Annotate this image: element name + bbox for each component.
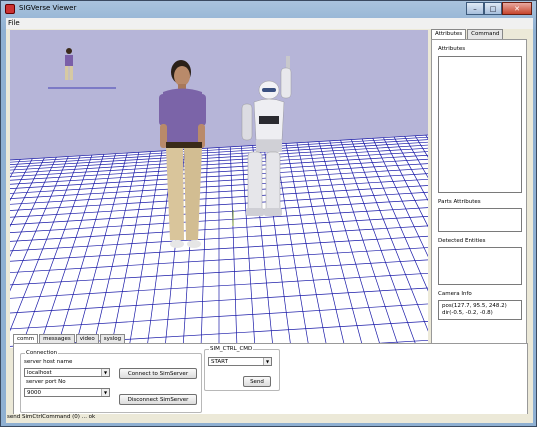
chevron-down-icon[interactable]: ▼ [101, 369, 109, 376]
host-combo[interactable]: localhost ▼ [24, 368, 110, 377]
port-label: server port No [26, 379, 66, 385]
status-bar: send SimCtrlCommand (0) ... ok [6, 414, 533, 423]
comm-tab-body: Connection server host name localhost ▼ … [13, 343, 528, 419]
app-window: SIGVerse Viewer – □ ✕ File Attributes Co… [0, 0, 537, 427]
title-bar[interactable]: SIGVerse Viewer – □ ✕ [1, 1, 536, 18]
sim-command-combo[interactable]: START ▼ [208, 357, 272, 366]
caption-buttons: – □ ✕ [466, 2, 532, 16]
bottom-tabs: comm messages video syslog [13, 334, 126, 344]
tab-messages[interactable]: messages [39, 334, 75, 343]
send-button[interactable]: Send [243, 376, 271, 387]
attributes-label: Attributes [438, 46, 466, 52]
camera-pos: pos(127.7, 95.5, 248.2) [442, 303, 507, 309]
host-label: server host name [24, 359, 73, 365]
sim-ctrl-group-label: SIM_CTRL_CMD [209, 346, 254, 352]
close-icon[interactable]: ✕ [502, 2, 532, 15]
control-panel: comm messages video syslog Connection se… [10, 334, 528, 419]
chevron-down-icon[interactable]: ▼ [263, 358, 271, 365]
connect-button[interactable]: Connect to SimServer [119, 368, 197, 379]
chevron-down-icon[interactable]: ▼ [101, 389, 109, 396]
attributes-list[interactable] [438, 56, 522, 193]
sim-ctrl-group: SIM_CTRL_CMD START ▼ Send [204, 346, 280, 391]
window-title: SIGVerse Viewer [19, 4, 77, 12]
client-area: File Attributes Command Attributes Parts… [6, 18, 533, 423]
right-tabs: Attributes Command [431, 29, 504, 40]
camera-dir: dir(-0.5, -0.2, -0.8) [442, 310, 493, 316]
maximize-icon[interactable]: □ [484, 2, 502, 15]
connection-group: Connection server host name localhost ▼ … [20, 350, 202, 413]
port-combo[interactable]: 9000 ▼ [24, 388, 110, 397]
detected-entities-label: Detected Entities [438, 238, 486, 244]
simulation-viewport[interactable] [10, 30, 428, 348]
parts-attributes-list[interactable] [438, 208, 522, 232]
tab-syslog[interactable]: syslog [99, 334, 126, 343]
camera-info-box: pos(127.7, 95.5, 248.2) dir(-0.5, -0.2, … [438, 300, 522, 320]
tab-video[interactable]: video [75, 334, 99, 343]
attributes-panel: Attributes Command Attributes Parts Attr… [429, 28, 529, 348]
tab-command[interactable]: Command [467, 29, 504, 39]
menu-file[interactable]: File [8, 19, 20, 27]
inset-avatar [65, 48, 73, 80]
scene-render [10, 48, 428, 348]
disconnect-button[interactable]: Disconnect SimServer [119, 394, 197, 405]
camera-info-label: Camera Info [438, 291, 472, 297]
connection-group-label: Connection [25, 350, 59, 356]
port-value: 9000 [27, 390, 41, 396]
app-icon [5, 4, 15, 14]
detected-entities-list[interactable] [438, 247, 522, 285]
host-value: localhost [27, 370, 52, 376]
minimize-icon[interactable]: – [466, 2, 484, 15]
attributes-body: Attributes Parts Attributes Detected Ent… [431, 39, 527, 347]
parts-attributes-label: Parts Attributes [438, 199, 481, 205]
sim-command-value: START [211, 359, 228, 365]
